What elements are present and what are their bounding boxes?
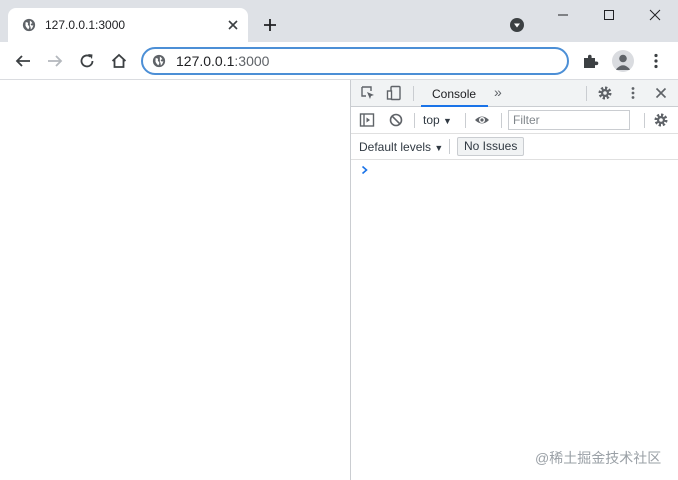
address-bar[interactable]: 127.0.0.1:3000	[141, 47, 569, 75]
more-tabs-button[interactable]: »	[494, 85, 502, 99]
watermark: @稀土掘金技术社区	[535, 450, 662, 466]
reload-icon	[80, 54, 94, 68]
gear-icon[interactable]	[653, 112, 669, 128]
toolbar-separator	[449, 139, 450, 154]
reload-button[interactable]	[76, 50, 98, 72]
home-icon	[111, 53, 127, 68]
tab-title: 127.0.0.1:3000	[45, 18, 126, 32]
log-levels-selector[interactable]: Default levels ▼	[359, 140, 443, 155]
tab-separator	[586, 86, 587, 101]
minimize-button[interactable]	[540, 0, 586, 30]
person-icon	[615, 54, 631, 70]
close-tab-icon[interactable]	[226, 18, 240, 32]
back-button[interactable]	[12, 50, 34, 72]
devtools-panel: Console » top ▼ Filter Default levels ▼ …	[350, 80, 678, 480]
browser-toolbar: 127.0.0.1:3000	[0, 42, 678, 80]
close-devtools-icon[interactable]	[653, 85, 669, 101]
tab-separator	[413, 86, 414, 101]
tab-search-icon[interactable]	[509, 17, 525, 33]
arrow-left-icon	[15, 55, 30, 67]
globe-icon	[22, 18, 36, 32]
home-button[interactable]	[108, 50, 130, 72]
toolbar-separator	[414, 113, 415, 128]
puzzle-icon[interactable]	[581, 51, 601, 71]
close-window-button[interactable]	[632, 0, 678, 30]
console-levels-bar: Default levels ▼ No Issues	[351, 134, 678, 160]
maximize-icon	[604, 10, 614, 20]
browser-tab[interactable]: 127.0.0.1:3000	[8, 8, 248, 42]
devtools-tab-bar: Console »	[351, 80, 678, 107]
clear-console-icon[interactable]	[388, 112, 404, 128]
chevron-right-icon	[361, 165, 368, 175]
new-tab-plus-icon[interactable]	[262, 17, 278, 33]
context-selector[interactable]: top ▼	[423, 113, 452, 128]
context-value: top	[423, 113, 440, 127]
console-output[interactable]	[351, 160, 678, 480]
dropdown-arrow: ▼	[434, 143, 444, 153]
issues-button[interactable]: No Issues	[457, 137, 525, 156]
profile-avatar[interactable]	[612, 50, 634, 72]
tab-console-label: Console	[432, 87, 477, 101]
toolbar-separator	[501, 113, 502, 128]
eye-icon[interactable]	[474, 112, 490, 128]
inspect-element-icon[interactable]	[360, 85, 376, 101]
tab-console[interactable]: Console	[421, 80, 488, 107]
sidebar-toggle-icon[interactable]	[359, 112, 375, 128]
minimize-icon	[558, 14, 568, 16]
filter-input[interactable]	[508, 110, 630, 130]
title-bar: 127.0.0.1:3000	[0, 0, 678, 42]
more-vertical-icon[interactable]	[625, 85, 641, 101]
forward-button[interactable]	[44, 50, 66, 72]
address-url[interactable]: 127.0.0.1:3000	[176, 53, 269, 69]
globe-icon[interactable]	[152, 54, 166, 68]
close-icon	[649, 9, 661, 21]
levels-value: Default levels	[359, 140, 432, 154]
page-viewport[interactable]	[0, 80, 350, 480]
url-port: :3000	[234, 53, 270, 69]
gear-icon[interactable]	[597, 85, 613, 101]
toolbar-separator	[465, 113, 466, 128]
more-vertical-icon[interactable]	[646, 51, 666, 71]
toolbar-separator	[644, 113, 645, 128]
device-toolbar-icon[interactable]	[386, 85, 402, 101]
maximize-button[interactable]	[586, 0, 632, 30]
arrow-right-icon	[48, 55, 63, 67]
console-toolbar: top ▼	[351, 107, 678, 134]
url-host: 127.0.0.1	[176, 53, 235, 69]
dropdown-arrow: ▼	[443, 116, 452, 126]
